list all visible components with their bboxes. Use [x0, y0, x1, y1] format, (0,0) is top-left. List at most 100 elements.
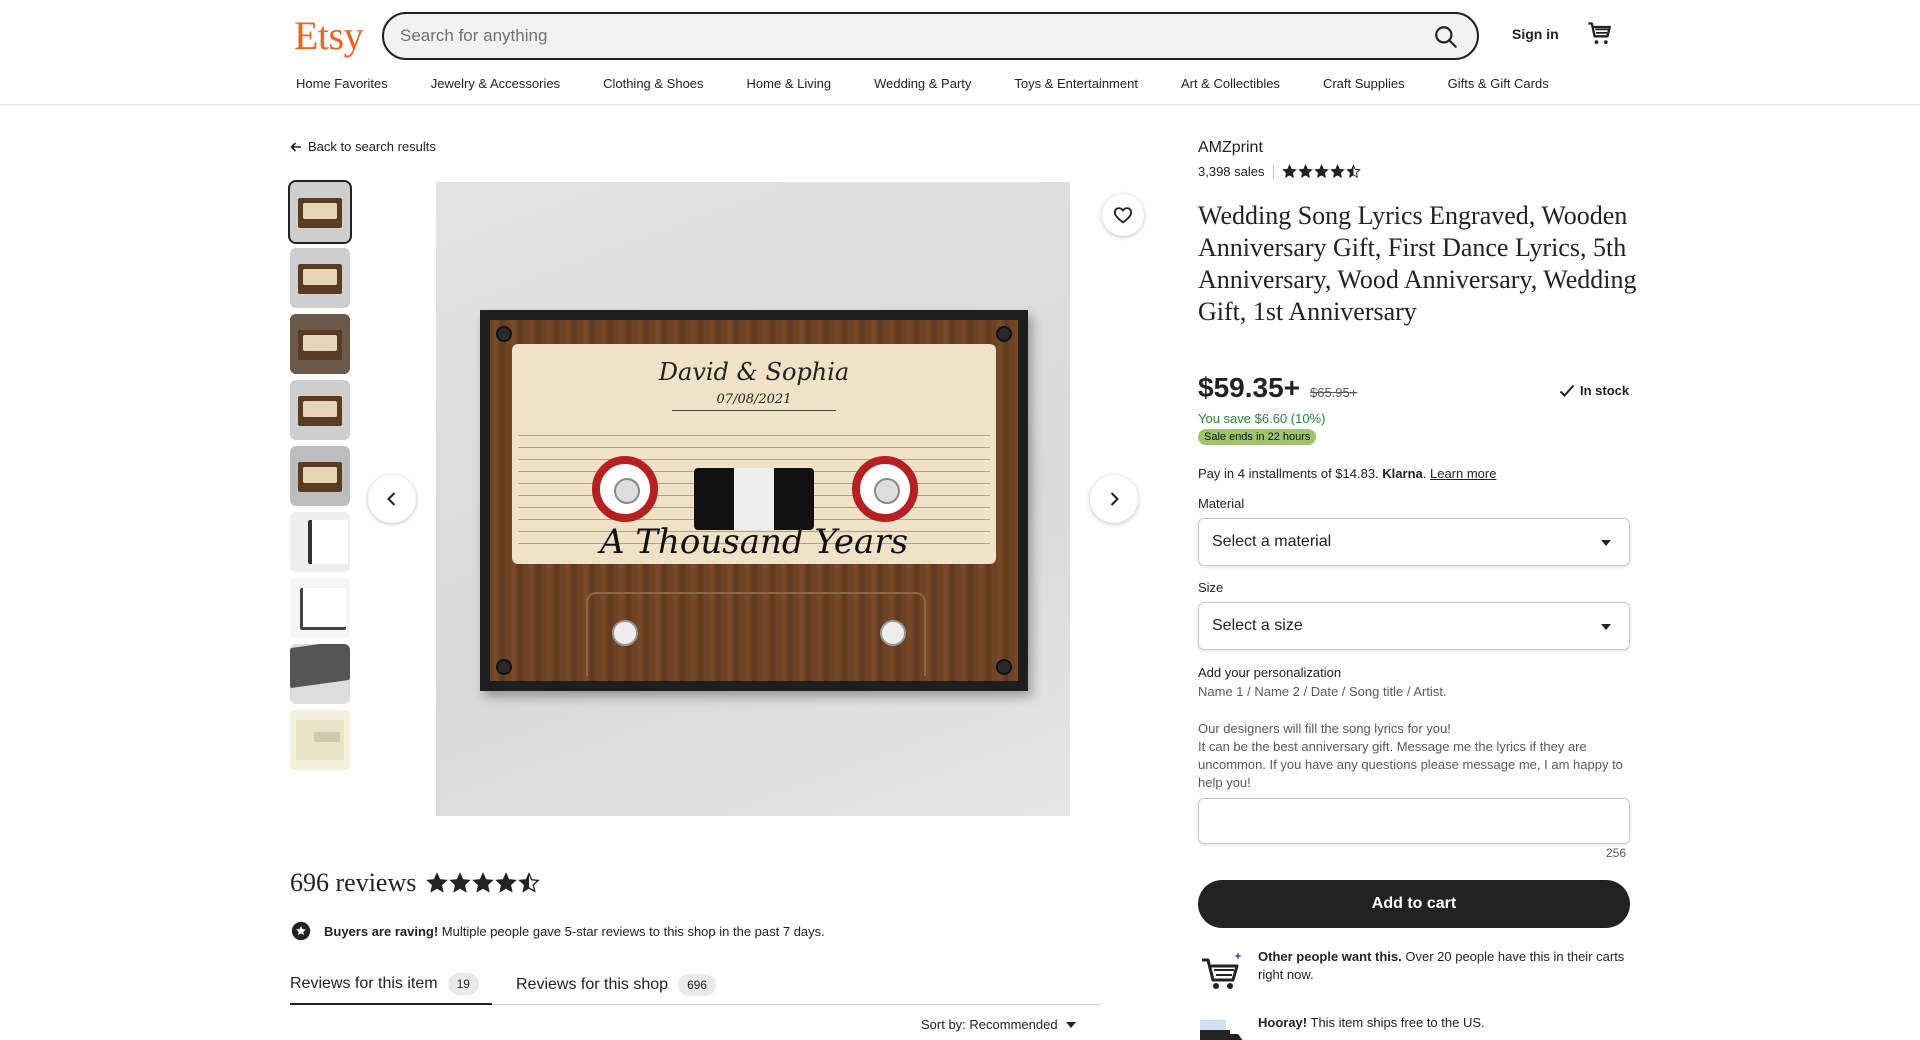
thumbnail-8[interactable] — [290, 644, 350, 704]
caret-down-icon — [1601, 624, 1611, 630]
cart-sparkle-icon — [1202, 952, 1242, 989]
thumbnail-9[interactable] — [290, 710, 350, 770]
tab-reviews-item-count: 19 — [447, 973, 479, 995]
price-row: $59.35+ $65.95+ — [1198, 372, 1357, 404]
original-price: $65.95+ — [1310, 385, 1358, 400]
nav-craft-supplies[interactable]: Craft Supplies — [1323, 76, 1405, 91]
tab-reviews-item[interactable]: Reviews for this item 19 — [290, 965, 492, 1005]
framed-cassette-artwork: David & Sophia 07/08/2021 A Thousand Yea… — [480, 310, 1028, 691]
tab-reviews-item-label: Reviews for this item — [290, 975, 438, 992]
tab-reviews-shop-count: 696 — [678, 974, 717, 996]
material-select-value: Select a material — [1212, 533, 1332, 550]
nav-toys-entertainment[interactable]: Toys & Entertainment — [1014, 76, 1138, 91]
site-header: Etsy Sign in Home Favorites Jewelry & Ac… — [0, 0, 1920, 105]
thumbnail-4[interactable] — [290, 380, 350, 440]
thumbnail-strip — [288, 180, 352, 776]
star-icon — [1281, 164, 1297, 179]
nav-art-collectibles[interactable]: Art & Collectibles — [1181, 76, 1280, 91]
nav-jewelry-accessories[interactable]: Jewelry & Accessories — [431, 76, 560, 91]
tab-reviews-shop-label: Reviews for this shop — [516, 976, 669, 993]
material-label: Material — [1198, 496, 1245, 511]
star-icon — [1297, 164, 1313, 179]
sign-in-link[interactable]: Sign in — [1512, 26, 1559, 42]
savings-text: You save $6.60 (10%) — [1198, 411, 1326, 426]
klarna-prefix: Pay in 4 installments of $14.83. — [1198, 466, 1383, 481]
thumbnail-3[interactable] — [290, 314, 350, 374]
main-product-image[interactable]: David & Sophia 07/08/2021 A Thousand Yea… — [436, 182, 1070, 816]
thumbnail-5[interactable] — [290, 446, 350, 506]
caret-down-icon — [1065, 1021, 1076, 1028]
star-icon — [426, 872, 449, 893]
category-nav: Home Favorites Jewelry & Accessories Clo… — [296, 76, 1549, 91]
promo-2-text: This item ships free to the US. — [1307, 1015, 1485, 1030]
delivery-truck-icon — [1200, 1020, 1243, 1040]
nav-home-favorites[interactable]: Home Favorites — [296, 76, 388, 91]
shop-rating-stars[interactable] — [1281, 164, 1361, 179]
klarna-learn-more-link[interactable]: Learn more — [1430, 466, 1496, 481]
star-icon — [472, 872, 495, 893]
star-icon — [518, 872, 541, 893]
checkmark-icon — [1559, 384, 1575, 397]
caret-down-icon — [1601, 540, 1611, 546]
reviews-count: 696 reviews — [290, 868, 417, 897]
sort-dropdown[interactable]: Sort by: Recommended — [921, 1017, 1076, 1032]
listing-title: Wedding Song Lyrics Engraved, Wooden Ann… — [1198, 201, 1637, 326]
shop-name-link[interactable]: AMZprint — [1198, 139, 1263, 157]
raving-bold: Buyers are raving! — [324, 923, 439, 939]
nav-gifts-gift-cards[interactable]: Gifts & Gift Cards — [1448, 76, 1549, 91]
search-icon[interactable] — [1433, 24, 1459, 50]
prev-image-button[interactable] — [368, 475, 416, 523]
etsy-logo[interactable]: Etsy — [294, 12, 364, 59]
star-icon — [495, 872, 518, 893]
nav-clothing-shoes[interactable]: Clothing & Shoes — [603, 76, 703, 91]
sort-label: Sort by: Recommended — [921, 1017, 1058, 1032]
current-price: $59.35+ — [1198, 372, 1300, 403]
tab-reviews-shop[interactable]: Reviews for this shop 696 — [516, 965, 717, 1005]
thumbnail-2[interactable] — [290, 248, 350, 308]
review-tabs: Reviews for this item 19 Reviews for thi… — [290, 965, 1100, 1005]
star-icon — [1313, 164, 1329, 179]
size-select[interactable]: Select a size — [1198, 602, 1630, 650]
back-link-label: Back to search results — [308, 139, 436, 154]
next-image-button[interactable] — [1090, 475, 1138, 523]
klarna-dot: . — [1422, 466, 1430, 481]
artwork-date: 07/08/2021 — [716, 392, 792, 407]
cart-icon[interactable] — [1586, 20, 1614, 48]
material-select[interactable]: Select a material — [1198, 518, 1630, 566]
klarna-installments: Pay in 4 installments of $14.83. Klarna.… — [1198, 466, 1496, 481]
promo-1-bold: Other people want this. — [1258, 949, 1402, 964]
back-to-results-link[interactable]: Back to search results — [290, 139, 436, 154]
size-label: Size — [1198, 580, 1224, 595]
heart-icon — [1113, 207, 1133, 224]
artwork-names: David & Sophia — [658, 358, 850, 386]
klarna-brand: Klarna — [1382, 466, 1423, 481]
personalization-line-1: Our designers will fill the song lyrics … — [1198, 721, 1451, 736]
thumbnail-1[interactable] — [288, 180, 352, 244]
personalization-input[interactable] — [1198, 798, 1630, 844]
shop-sales: 3,398 sales — [1198, 164, 1265, 179]
sale-ends-badge: Sale ends in 22 hours — [1198, 429, 1317, 445]
thumbnail-7[interactable] — [290, 578, 350, 638]
artwork-song-title: A Thousand Years — [599, 522, 909, 562]
char-count: 256 — [1606, 846, 1627, 860]
personalization-hint: Name 1 / Name 2 / Date / Song title / Ar… — [1198, 684, 1447, 699]
stock-status: In stock — [1559, 383, 1629, 398]
nav-wedding-party[interactable]: Wedding & Party — [874, 76, 971, 91]
nav-home-living[interactable]: Home & Living — [747, 76, 832, 91]
add-to-cart-button[interactable]: Add to cart — [1198, 880, 1630, 928]
star-icon — [1329, 164, 1345, 179]
promo-2-bold: Hooray! — [1258, 1015, 1308, 1030]
popular-item-notice: Other people want this. Over 20 people h… — [1198, 948, 1638, 996]
star-icon — [449, 872, 472, 893]
search-input[interactable] — [400, 14, 1400, 58]
favorite-button[interactable] — [1102, 194, 1144, 236]
personalization-label: Add your personalization — [1198, 665, 1342, 680]
reviews-header: 696 reviews — [290, 868, 541, 898]
star-icon — [1345, 164, 1361, 179]
thumbnail-6[interactable] — [290, 512, 350, 572]
shop-sales-row: 3,398 sales — [1198, 164, 1361, 179]
size-select-value: Select a size — [1212, 617, 1303, 634]
personalization-description: Our designers will fill the song lyrics … — [1198, 720, 1638, 792]
search-bar[interactable] — [382, 12, 1479, 60]
stock-label: In stock — [1580, 383, 1630, 398]
